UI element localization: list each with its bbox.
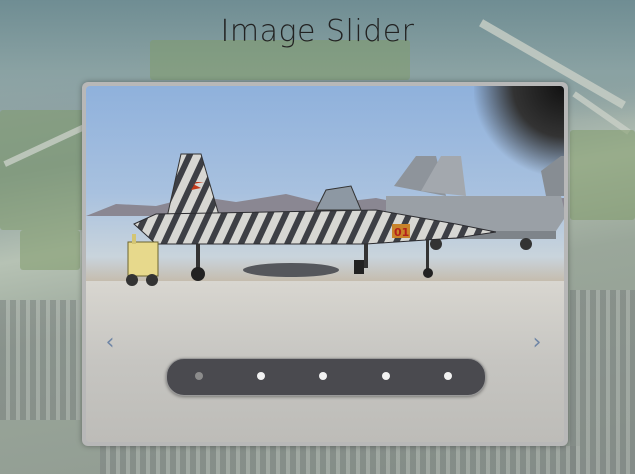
next-arrow-icon[interactable]: › bbox=[529, 332, 545, 354]
pagination-dot-2[interactable] bbox=[257, 372, 265, 380]
prev-arrow-icon[interactable]: ‹ bbox=[102, 332, 118, 354]
slide-pagination bbox=[166, 358, 486, 396]
pagination-dot-5[interactable] bbox=[444, 372, 452, 380]
pagination-dot-3[interactable] bbox=[319, 372, 327, 380]
tiger-jet: 01 bbox=[133, 153, 496, 281]
page-title: Image Slider bbox=[220, 14, 415, 49]
pagination-dot-4[interactable] bbox=[382, 372, 390, 380]
ground-cart bbox=[126, 234, 159, 286]
tail-number: 01 bbox=[394, 226, 409, 239]
pagination-dot-1[interactable] bbox=[195, 372, 203, 380]
